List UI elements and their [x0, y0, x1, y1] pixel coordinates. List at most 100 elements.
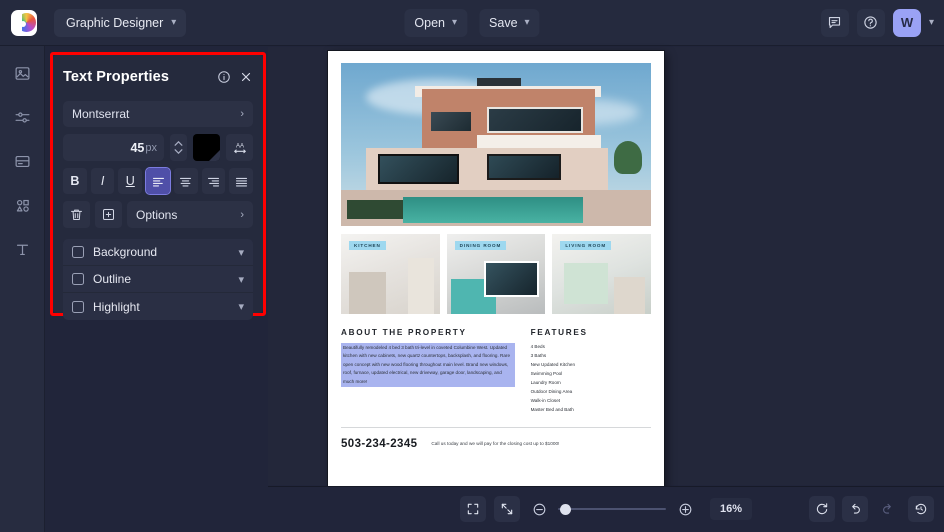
close-icon: [239, 70, 253, 84]
zoom-slider-knob[interactable]: [560, 504, 571, 515]
underline-button[interactable]: U: [118, 168, 142, 194]
comment-button[interactable]: [821, 9, 849, 37]
options-dropdown[interactable]: Options ›: [127, 201, 253, 228]
thumb-living-room[interactable]: LIVING ROOM: [552, 234, 651, 314]
text-color-swatch[interactable]: [193, 134, 220, 161]
undo-icon: [848, 502, 862, 516]
font-size-row: 45 px AA: [63, 134, 253, 161]
help-button[interactable]: [857, 9, 885, 37]
about-heading: ABOUT THE PROPERTY: [341, 328, 515, 337]
help-icon: [863, 15, 878, 30]
font-family-select[interactable]: Montserrat ›: [63, 101, 253, 127]
fit-to-screen-button[interactable]: [460, 496, 486, 522]
font-size-value: 45: [130, 141, 144, 155]
about-body-text[interactable]: Beautifully remodeled 4 bed 3 bath tri-l…: [341, 343, 515, 387]
list-item: 3 Baths: [531, 352, 651, 361]
refresh-icon: [815, 502, 829, 516]
thumb-dining-room[interactable]: DINING ROOM: [447, 234, 546, 314]
duplicate-button[interactable]: [95, 201, 122, 228]
svg-text:AA: AA: [235, 143, 243, 149]
text-properties-panel: Text Properties Montserrat › 45 px: [53, 55, 263, 313]
font-size-stepper[interactable]: [170, 134, 187, 161]
options-row: Options ›: [63, 201, 253, 228]
layout-icon: [14, 153, 31, 170]
app-logo[interactable]: [0, 10, 48, 36]
close-button[interactable]: [239, 70, 253, 84]
zoom-out-button[interactable]: [528, 496, 550, 522]
history-icon: [914, 502, 928, 516]
highlight-checkbox[interactable]: [72, 301, 84, 313]
chevron-down-icon: ▾: [525, 17, 530, 28]
footer-divider: [341, 427, 651, 428]
zoom-level-display[interactable]: 16%: [710, 498, 752, 520]
fit-to-screen-icon: [466, 502, 480, 516]
align-left-button[interactable]: [146, 168, 170, 194]
comment-icon: [827, 15, 842, 30]
flyer-document[interactable]: KITCHEN DINING ROOM LIVING ROOM ABOUT TH…: [328, 51, 664, 489]
list-item: 4 Beds: [531, 343, 651, 352]
align-justify-button[interactable]: [229, 168, 253, 194]
info-icon: [217, 70, 231, 84]
zoom-slider[interactable]: [558, 496, 666, 522]
save-button[interactable]: Save ▾: [479, 9, 540, 37]
zoom-to-fit-icon: [500, 502, 514, 516]
account-chevron-down-icon[interactable]: ▾: [929, 17, 934, 28]
image-icon: [14, 65, 31, 82]
shapes-icon: [14, 197, 31, 214]
top-bar-right-actions: W ▾: [821, 9, 934, 37]
chevron-down-icon: ▾: [238, 300, 244, 313]
undo-button[interactable]: [842, 496, 868, 522]
document-name-dropdown[interactable]: Graphic Designer ▾: [54, 9, 186, 37]
style-accordion-group: Background ▾ Outline ▾ Highlight ▾: [63, 239, 253, 320]
background-checkbox[interactable]: [72, 246, 84, 258]
sidebar-item-text[interactable]: [7, 236, 37, 262]
font-size-input[interactable]: 45 px: [63, 134, 164, 161]
sidebar-item-adjustments[interactable]: [7, 104, 37, 130]
sidebar-item-images[interactable]: [7, 60, 37, 86]
letter-spacing-button[interactable]: AA: [226, 134, 253, 161]
canvas-area[interactable]: KITCHEN DINING ROOM LIVING ROOM ABOUT TH…: [268, 47, 944, 485]
sidebar-item-shapes[interactable]: [7, 192, 37, 218]
zoom-level-value: 16%: [720, 503, 742, 515]
outline-label: Outline: [93, 272, 131, 286]
outline-checkbox[interactable]: [72, 273, 84, 285]
align-right-button[interactable]: [202, 168, 226, 194]
highlight-label: Highlight: [93, 300, 140, 314]
features-column: FEATURES 4 Beds 3 Baths New Updated Kitc…: [531, 328, 651, 415]
hero-property-photo[interactable]: [341, 63, 651, 226]
list-item: Walk-in Closet: [531, 397, 651, 406]
zoom-in-icon: [678, 502, 693, 517]
chevron-down-icon: ▾: [238, 273, 244, 286]
thumb-living-room-label: LIVING ROOM: [560, 241, 611, 250]
bold-button[interactable]: B: [63, 168, 87, 194]
redo-button[interactable]: [875, 496, 901, 522]
zoom-to-fit-button[interactable]: [494, 496, 520, 522]
highlight-accordion[interactable]: Highlight ▾: [63, 293, 253, 320]
call-to-action-text[interactable]: Call us today and we will pay for the cl…: [431, 440, 559, 448]
chevron-down-icon: ▾: [171, 17, 176, 28]
background-accordion[interactable]: Background ▾: [63, 239, 253, 266]
phone-number[interactable]: 503-234-2345: [341, 438, 417, 450]
chevron-right-icon: ›: [240, 108, 244, 120]
sidebar-item-layouts[interactable]: [7, 148, 37, 174]
list-item: Laundry Room: [531, 379, 651, 388]
features-heading: FEATURES: [531, 328, 651, 337]
document-name-label: Graphic Designer: [66, 16, 163, 30]
top-bar: Graphic Designer ▾ Open ▾ Save ▾: [0, 0, 944, 46]
refresh-button[interactable]: [809, 496, 835, 522]
user-avatar[interactable]: W: [893, 9, 921, 37]
info-button[interactable]: [217, 70, 231, 84]
delete-button[interactable]: [63, 201, 90, 228]
app-logo-icon: [11, 10, 37, 36]
open-button[interactable]: Open ▾: [404, 9, 467, 37]
zoom-in-button[interactable]: [674, 496, 696, 522]
history-button[interactable]: [908, 496, 934, 522]
italic-button[interactable]: I: [91, 168, 115, 194]
outline-accordion[interactable]: Outline ▾: [63, 266, 253, 293]
letter-spacing-icon: AA: [232, 140, 248, 156]
thumb-kitchen[interactable]: KITCHEN: [341, 234, 440, 314]
save-button-label: Save: [489, 16, 518, 30]
open-button-label: Open: [414, 16, 445, 30]
align-center-button[interactable]: [174, 168, 198, 194]
flyer-body: ABOUT THE PROPERTY Beautifully remodeled…: [341, 328, 651, 415]
